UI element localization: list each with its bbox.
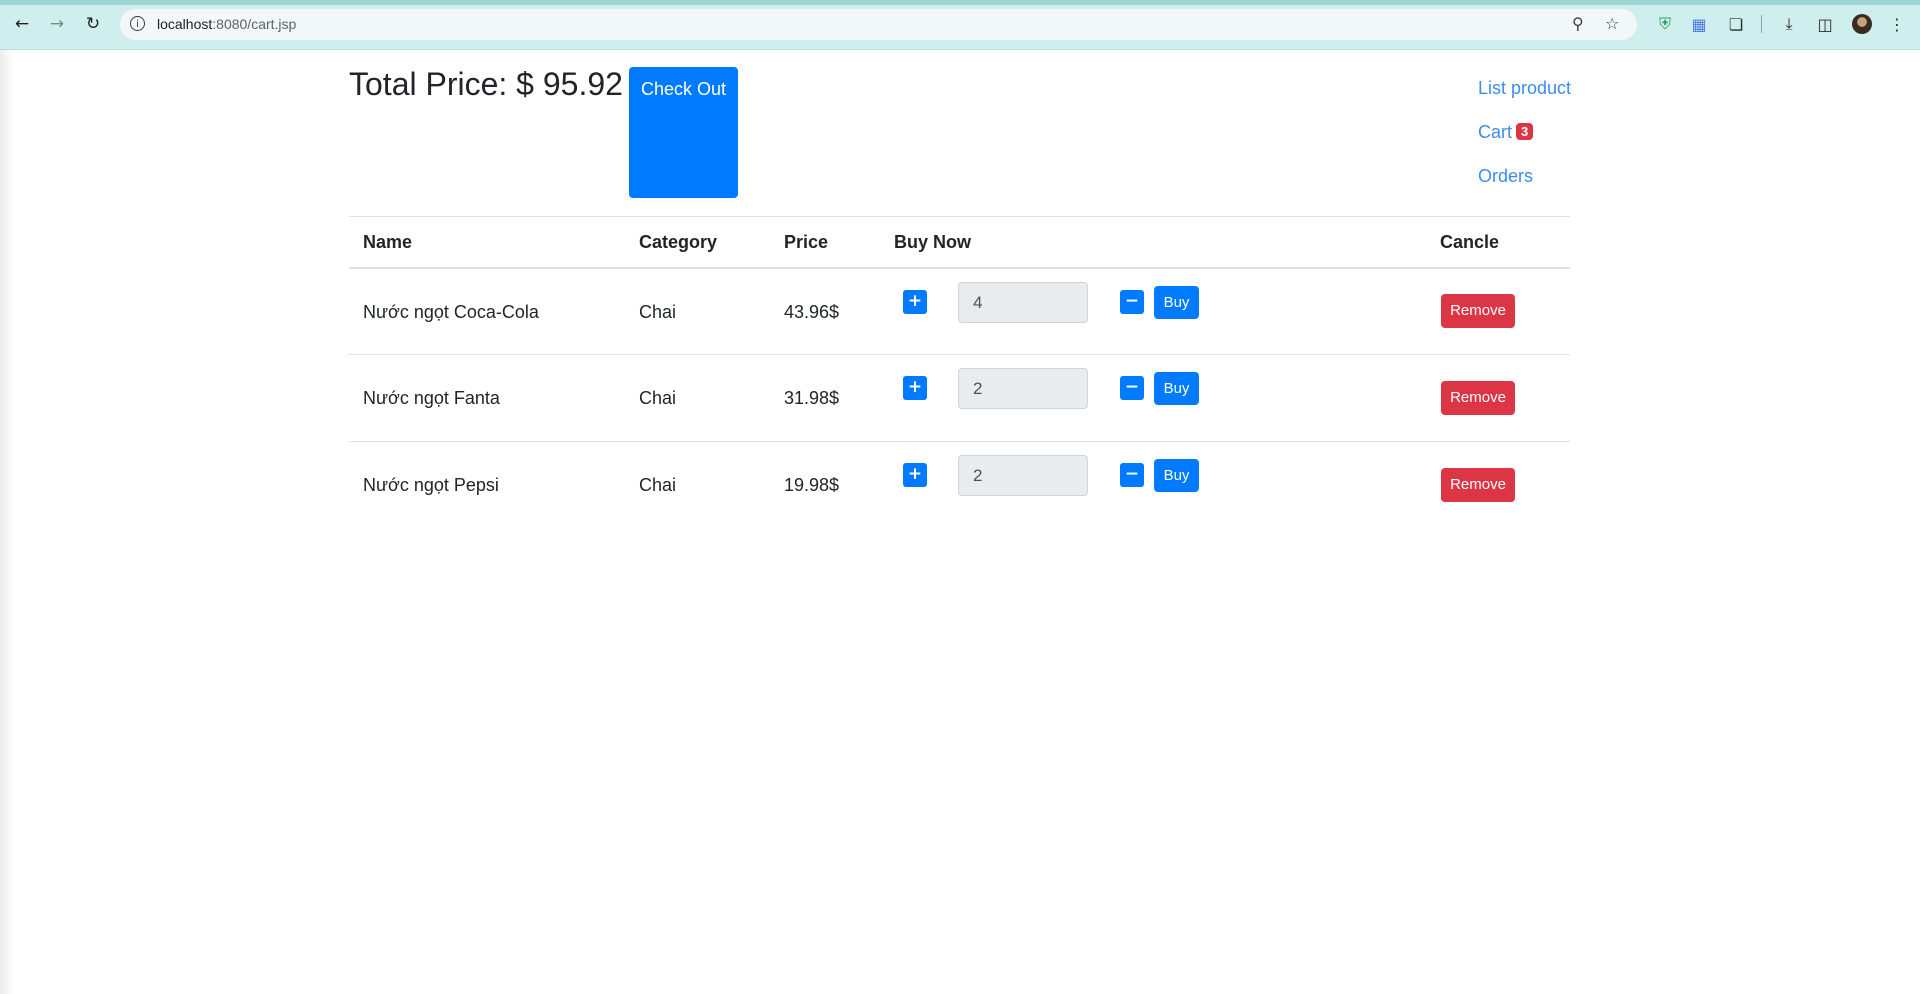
decrease-quantity-minus-icon[interactable]: − <box>1120 463 1144 487</box>
menu-kebab-icon[interactable]: ⋮ <box>1886 12 1908 36</box>
site-info-icon[interactable]: i <box>130 16 145 31</box>
bookmark-star-icon[interactable]: ☆ <box>1605 14 1619 33</box>
reload-icon[interactable]: ↻ <box>82 12 104 36</box>
total-price: Total Price: $ 95.92 <box>349 66 623 102</box>
product-price: 43.96$ <box>784 302 840 322</box>
remove-button[interactable]: Remove <box>1441 381 1515 415</box>
nav-cart[interactable]: Cart 3 <box>1478 122 1534 143</box>
column-header-cancel: Cancle <box>1440 232 1500 252</box>
row-divider <box>349 441 1570 442</box>
column-header-price: Price <box>784 232 829 252</box>
forward-icon[interactable]: → <box>46 12 68 36</box>
address-bar[interactable]: i localhost:8080/cart.jsp ⚲ ☆ <box>120 9 1637 40</box>
tab-strip <box>0 0 1920 5</box>
increase-quantity-plus-icon[interactable]: + <box>903 463 927 487</box>
url-text[interactable]: localhost:8080/cart.jsp <box>157 16 296 32</box>
product-name: Nước ngọt Pepsi <box>363 475 499 495</box>
product-name: Nước ngọt Coca-Cola <box>363 302 539 322</box>
profile-avatar[interactable] <box>1852 14 1872 34</box>
decrease-quantity-minus-icon[interactable]: − <box>1120 290 1144 314</box>
row-divider <box>349 354 1570 355</box>
product-name: Nước ngọt Fanta <box>363 388 500 408</box>
quantity-input[interactable] <box>958 282 1088 323</box>
buy-button[interactable]: Buy <box>1154 459 1199 492</box>
increase-quantity-plus-icon[interactable]: + <box>903 376 927 400</box>
column-header-name: Name <box>363 232 413 252</box>
extensions-puzzle-icon[interactable]: ❏ <box>1725 12 1747 36</box>
zoom-icon[interactable]: ⚲ <box>1572 14 1584 33</box>
column-header-buy-now: Buy Now <box>894 232 972 252</box>
buy-button[interactable]: Buy <box>1154 286 1199 319</box>
column-header-category: Category <box>639 232 718 252</box>
translate-extension-icon[interactable]: ▦ <box>1688 12 1710 36</box>
product-price: 19.98$ <box>784 475 840 495</box>
nav-cart-label: Cart <box>1478 122 1513 142</box>
remove-button[interactable]: Remove <box>1441 294 1515 328</box>
nav-orders[interactable]: Orders <box>1478 166 1533 187</box>
download-icon[interactable]: ⤓ <box>1778 12 1800 36</box>
table-top-border <box>349 216 1570 217</box>
back-icon[interactable]: ← <box>11 12 33 36</box>
cart-count-badge: 3 <box>1516 123 1534 140</box>
product-category: Chai <box>639 302 677 322</box>
buy-button[interactable]: Buy <box>1154 372 1199 405</box>
toolbar-separator <box>1761 15 1762 33</box>
checkout-button[interactable]: Check Out <box>629 67 738 198</box>
remove-button[interactable]: Remove <box>1441 468 1515 502</box>
table-header-divider <box>349 267 1570 269</box>
url-host: localhost <box>157 16 213 32</box>
nav-list-product[interactable]: List product <box>1478 78 1571 99</box>
side-panel-icon[interactable]: ◫ <box>1814 12 1836 36</box>
product-category: Chai <box>639 475 677 495</box>
quantity-input[interactable] <box>958 368 1088 409</box>
decrease-quantity-minus-icon[interactable]: − <box>1120 376 1144 400</box>
page-edge-shadow <box>0 50 14 994</box>
quantity-input[interactable] <box>958 455 1088 496</box>
increase-quantity-plus-icon[interactable]: + <box>903 290 927 314</box>
url-path: :8080/cart.jsp <box>212 16 297 32</box>
product-price: 31.98$ <box>784 388 840 408</box>
product-category: Chai <box>639 388 677 408</box>
shield-extension-icon[interactable]: ⛨ <box>1654 12 1676 36</box>
browser-toolbar: ← → ↻ i localhost:8080/cart.jsp ⚲ ☆ ⛨ ▦ … <box>0 0 1920 50</box>
